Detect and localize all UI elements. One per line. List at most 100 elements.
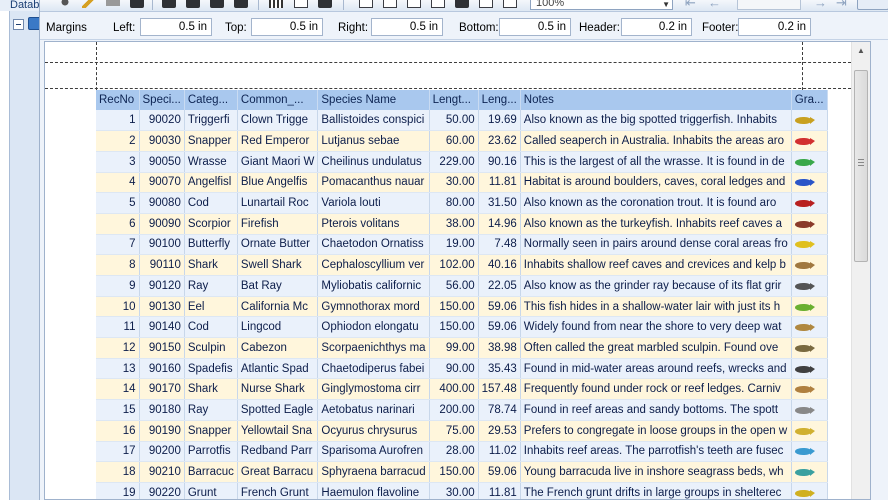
header-margin-input[interactable]: 0.2 in	[621, 18, 692, 36]
table-row: 9 90120 Ray Bat Ray Myliobatis californic 56.…	[96, 275, 828, 297]
page-setup-icon[interactable]	[318, 0, 332, 8]
table-cell: Ornate Butter	[237, 234, 319, 256]
table-cell: 19.69	[478, 110, 521, 132]
page-number-input[interactable]	[737, 0, 801, 10]
column-header[interactable]: Leng...	[478, 90, 521, 110]
table-cell: Cod	[184, 316, 238, 339]
tree-collapse-toggle[interactable]	[13, 19, 24, 30]
header-margin-guide[interactable]	[45, 62, 851, 63]
report-table: RecNo Speci... Categ... Common_... Species N…	[96, 90, 828, 499]
top-margin-guide[interactable]	[45, 88, 851, 89]
table-cell: 90050	[139, 151, 185, 173]
table-cell: Snapper	[184, 130, 238, 152]
scrollbar-thumb[interactable]	[854, 70, 868, 262]
table-cell: Shark	[184, 254, 238, 276]
right-margin-input[interactable]: 0.5 in	[371, 18, 443, 36]
column-header[interactable]: Lengt...	[429, 90, 479, 110]
next-page-icon[interactable]: →	[814, 0, 828, 10]
export-icon[interactable]	[210, 0, 224, 8]
column-header[interactable]: Notes	[520, 90, 792, 110]
stop-icon[interactable]	[106, 0, 120, 6]
database-tab[interactable]: Datab	[0, 0, 44, 11]
top-margin-input[interactable]: 0.5 in	[251, 18, 323, 36]
table-cell: Found in mid-water areas around reefs, w…	[520, 358, 792, 380]
fish-icon	[794, 179, 815, 187]
table-row: 1 90020 Triggerfi Clown Trigge Ballistoides …	[96, 110, 828, 132]
zoom-page-icon[interactable]	[503, 0, 517, 8]
previous-page-icon[interactable]: ←	[708, 0, 722, 10]
table-cell: 90140	[139, 316, 185, 339]
page-layout-icon[interactable]	[269, 0, 283, 8]
send-icon[interactable]	[234, 0, 248, 8]
save-icon[interactable]	[130, 0, 144, 8]
bottom-margin-input[interactable]: 0.5 in	[499, 18, 571, 36]
page-width-icon[interactable]	[431, 0, 445, 8]
graphic-cell	[791, 234, 828, 256]
table-cell: 157.48	[478, 378, 521, 401]
close-preview-button[interactable]	[857, 0, 888, 10]
first-page-icon[interactable]: ⇤	[685, 0, 699, 10]
column-header[interactable]: Speci...	[139, 90, 185, 110]
table-cell: Eel	[184, 296, 238, 318]
table-cell: 150.00	[429, 316, 479, 339]
table-cell: 90.16	[478, 151, 521, 173]
table-cell: 11.02	[478, 441, 521, 463]
table-cell: Cod	[184, 192, 238, 214]
left-margin-input[interactable]: 0.5 in	[140, 18, 212, 36]
column-header[interactable]: Gra...	[791, 90, 828, 110]
column-header[interactable]: Common_...	[237, 90, 319, 110]
copy-page-icon[interactable]	[294, 0, 308, 8]
table-cell: Found in reef areas and sandy bottoms. T…	[520, 399, 792, 421]
column-header[interactable]: RecNo	[96, 90, 140, 110]
column-header[interactable]: Species Name	[317, 90, 430, 110]
table-cell: Variola louti	[317, 192, 430, 214]
print-icon[interactable]	[162, 0, 176, 8]
whole-page-icon[interactable]	[455, 0, 469, 8]
quick-print-icon[interactable]	[186, 0, 200, 8]
table-cell: 23.62	[478, 130, 521, 152]
header-margin-label: Header:	[579, 22, 620, 34]
multi-page-icon[interactable]	[479, 0, 493, 8]
footer-margin-input[interactable]: 0.2 in	[738, 18, 811, 36]
graphic-cell	[791, 316, 828, 339]
table-header-row: RecNo Speci... Categ... Common_... Species N…	[96, 90, 828, 110]
table-cell: 400.00	[429, 378, 479, 401]
four-pages-icon[interactable]	[407, 0, 421, 8]
table-cell: 15	[96, 399, 140, 421]
table-cell: Red Emperor	[237, 130, 319, 152]
table-cell: 90200	[139, 441, 185, 463]
table-cell: 90030	[139, 130, 185, 152]
fish-icon	[794, 406, 815, 414]
table-cell: 90110	[139, 254, 185, 276]
table-cell: Great Barracu	[237, 461, 319, 483]
table-cell: Clown Trigge	[237, 110, 319, 132]
last-page-icon[interactable]: ⇥	[836, 0, 850, 10]
table-cell: 102.00	[429, 254, 479, 276]
graphic-cell	[791, 213, 828, 235]
table-cell: 7.48	[478, 234, 521, 256]
edit-icon[interactable]	[82, 0, 96, 8]
two-pages-icon[interactable]	[383, 0, 397, 8]
fish-icon	[794, 324, 815, 332]
table-cell: Blue Angelfis	[237, 172, 319, 194]
graphic-cell	[791, 151, 828, 173]
table-cell: Wrasse	[184, 151, 238, 173]
vertical-scrollbar[interactable]: ▲	[851, 42, 870, 499]
one-page-icon[interactable]	[359, 0, 373, 8]
fish-icon	[794, 448, 815, 456]
table-cell: 3	[96, 151, 140, 173]
column-header[interactable]: Categ...	[184, 90, 238, 110]
table-cell: Pterois volitans	[317, 213, 430, 235]
table-cell: 59.06	[478, 296, 521, 318]
zoom-select[interactable]: 100% ▼	[530, 0, 673, 10]
table-cell: Ginglymostoma cirr	[317, 378, 430, 401]
table-cell: Young barracuda live in inshore seagrass…	[520, 461, 792, 483]
table-cell: Shark	[184, 378, 238, 401]
table-cell: 150.00	[429, 296, 479, 318]
table-cell: Spotted Eagle	[237, 399, 319, 421]
table-cell: 75.00	[429, 420, 479, 442]
scroll-up-icon[interactable]: ▲	[852, 42, 870, 59]
report-preview-page: RecNo Speci... Categ... Common_... Species N…	[44, 41, 871, 500]
settings-icon[interactable]	[58, 0, 72, 8]
table-row: 11 90140 Cod Lingcod Ophiodon elongatu 150.00…	[96, 316, 828, 339]
